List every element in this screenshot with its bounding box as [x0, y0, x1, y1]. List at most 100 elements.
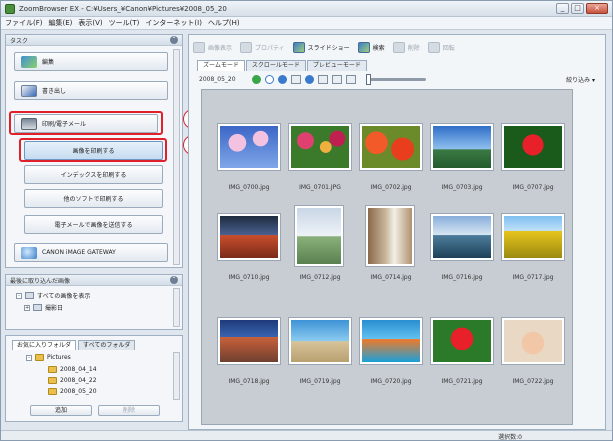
- thumbnail-filename: IMG_0720.jpg: [370, 378, 412, 385]
- recent-import-title: 最後に取り込んだ画像: [10, 277, 71, 285]
- export-button[interactable]: 書き出し: [14, 81, 168, 100]
- task-pane: タスク ⌃ 編集 書き出し 印刷/電子メール 画像を印刷する インデックスを印刷…: [5, 34, 183, 268]
- view-image-label: 画像表示: [208, 44, 233, 52]
- menu-view[interactable]: 表示(V): [78, 18, 102, 28]
- delete-button[interactable]: 削除: [392, 41, 420, 53]
- folder-icon: [48, 377, 57, 384]
- thumbnail-image[interactable]: [431, 318, 493, 364]
- view-subbar: 2008_05_20 絞り込み ▾: [193, 72, 601, 86]
- thumbnail-filename: IMG_0718.jpg: [228, 378, 270, 385]
- info-icon[interactable]: [277, 74, 287, 84]
- current-folder-date: 2008_05_20: [199, 75, 236, 83]
- folder-icon: [35, 354, 44, 361]
- print-index-button[interactable]: インデックスを印刷する: [24, 165, 163, 184]
- tab-preview-mode[interactable]: プレビューモード: [306, 60, 367, 71]
- left-panel: タスク ⌃ 編集 書き出し 印刷/電子メール 画像を印刷する インデックスを印刷…: [5, 34, 183, 422]
- thumbnail-image[interactable]: [431, 124, 493, 170]
- thumbnail-filename: IMG_0712.jpg: [299, 274, 341, 281]
- folder-label: 2008_04_14: [60, 366, 97, 373]
- show-all-images-row[interactable]: - すべての画像を表示: [16, 291, 90, 300]
- tab-scroll-mode[interactable]: スクロールモード: [245, 60, 306, 71]
- thumbnail-image[interactable]: [366, 206, 414, 266]
- folder-row[interactable]: 2008_04_14: [48, 366, 97, 373]
- email-images-label: 電子メールで画像を送信する: [54, 222, 133, 229]
- task-scrollbar[interactable]: [173, 49, 180, 265]
- zoom-tool-icon[interactable]: [331, 74, 342, 84]
- print-index-label: インデックスを印刷する: [60, 172, 127, 179]
- folder-row[interactable]: 2008_04_22: [48, 377, 97, 384]
- search-button[interactable]: 検索: [357, 41, 385, 53]
- tab-zoom-mode[interactable]: ズームモード: [197, 60, 245, 71]
- deselect-icon[interactable]: [264, 74, 274, 84]
- edit-label: 編集: [42, 59, 55, 66]
- tree-expand-icon[interactable]: -: [16, 292, 22, 299]
- collapse-icon[interactable]: ⌃: [170, 276, 178, 284]
- thumbnail-image[interactable]: [289, 318, 351, 364]
- properties-button[interactable]: プロパティ: [240, 41, 285, 53]
- select-all-icon[interactable]: [251, 74, 261, 84]
- tree-expand-icon[interactable]: +: [24, 304, 30, 311]
- show-all-images-label: すべての画像を表示: [37, 293, 91, 300]
- rotate-button[interactable]: 回転: [427, 41, 455, 53]
- task-pane-title: タスク: [10, 37, 29, 45]
- thumbnail-image[interactable]: [218, 124, 280, 170]
- thumbnail-filename: IMG_0717.jpg: [512, 274, 554, 281]
- export-icon: [21, 84, 37, 97]
- edit-button[interactable]: 編集: [14, 52, 168, 71]
- trash-icon: [392, 41, 405, 53]
- thumbnail-image[interactable]: [431, 214, 493, 260]
- recent-import-pane: 最後に取り込んだ画像 ⌃ - すべての画像を表示 + 撮影日: [5, 274, 183, 330]
- menu-file[interactable]: ファイル(F): [5, 18, 43, 28]
- remove-folder-button[interactable]: 削除: [98, 405, 160, 416]
- folder-row-pictures[interactable]: - Pictures: [26, 354, 71, 361]
- thumbnail-gallery: IMG_0700.jpg IMG_0701.JPG IMG_0702.jpg I…: [201, 89, 573, 425]
- import-scrollbar[interactable]: [173, 288, 180, 327]
- folder-label: 2008_05_20: [60, 388, 97, 395]
- thumbnail-image[interactable]: [360, 124, 422, 170]
- tab-favorites[interactable]: お気に入りフォルダ: [12, 340, 77, 350]
- thumbnail-size-slider[interactable]: [365, 73, 426, 85]
- slideshow-button[interactable]: スライドショー: [292, 41, 350, 53]
- filter-dropdown[interactable]: 絞り込み ▾: [566, 75, 595, 84]
- toolbar: 画像表示 プロパティ スライドショー 検索 削除 回転: [193, 39, 463, 55]
- thumbnail-image[interactable]: [218, 318, 280, 364]
- minimize-button[interactable]: _: [556, 3, 569, 14]
- folder-scrollbar[interactable]: [173, 352, 180, 400]
- thumbnail-image[interactable]: [360, 318, 422, 364]
- view-image-icon: [193, 41, 205, 53]
- fit-icon[interactable]: [345, 74, 356, 84]
- select-box-icon[interactable]: [317, 74, 328, 84]
- thumbnail-image[interactable]: [289, 124, 351, 170]
- thumbnail-image[interactable]: [218, 214, 280, 260]
- menu-internet[interactable]: インターネット(I): [145, 18, 202, 28]
- tab-all-folders[interactable]: すべてのフォルダ: [78, 340, 136, 350]
- thumbnail-filename: IMG_0716.jpg: [441, 274, 483, 281]
- rating-icon[interactable]: [304, 74, 314, 84]
- thumbnail-filename: IMG_0707.jpg: [512, 184, 554, 191]
- print-other-software-button[interactable]: 他のソフトで印刷する: [24, 189, 163, 208]
- thumbnail-image[interactable]: [502, 318, 564, 364]
- close-button[interactable]: ×: [586, 3, 608, 14]
- menu-tools[interactable]: ツール(T): [109, 18, 140, 28]
- menu-edit[interactable]: 編集(E): [49, 18, 73, 28]
- email-images-button[interactable]: 電子メールで画像を送信する: [24, 215, 163, 234]
- delete-label: 削除: [407, 44, 420, 52]
- callout-box-1: [9, 111, 163, 135]
- slideshow-label: スライドショー: [307, 44, 350, 52]
- app-window: ZoomBrowser EX - C:¥Users_¥Canon¥Picture…: [0, 0, 613, 441]
- maximize-button[interactable]: □: [571, 3, 584, 14]
- thumbnail-image[interactable]: [502, 214, 564, 260]
- folder-row[interactable]: 2008_05_20: [48, 388, 97, 395]
- shooting-date-row[interactable]: + 撮影日: [24, 303, 63, 312]
- thumbnail-image[interactable]: [502, 124, 564, 170]
- view-image-button[interactable]: 画像表示: [193, 41, 233, 53]
- add-folder-button[interactable]: 追加: [30, 405, 92, 416]
- grid-view-icon[interactable]: [290, 74, 301, 84]
- window-title: ZoomBrowser EX - C:¥Users_¥Canon¥Picture…: [19, 4, 227, 13]
- collapse-icon[interactable]: ⌃: [170, 36, 178, 44]
- menu-help[interactable]: ヘルプ(H): [208, 18, 240, 28]
- thumbnail-image[interactable]: [295, 206, 343, 266]
- gateway-button[interactable]: CANON iMAGE GATEWAY: [14, 243, 168, 262]
- tree-expand-icon[interactable]: -: [26, 354, 32, 361]
- slider-handle[interactable]: [365, 73, 371, 85]
